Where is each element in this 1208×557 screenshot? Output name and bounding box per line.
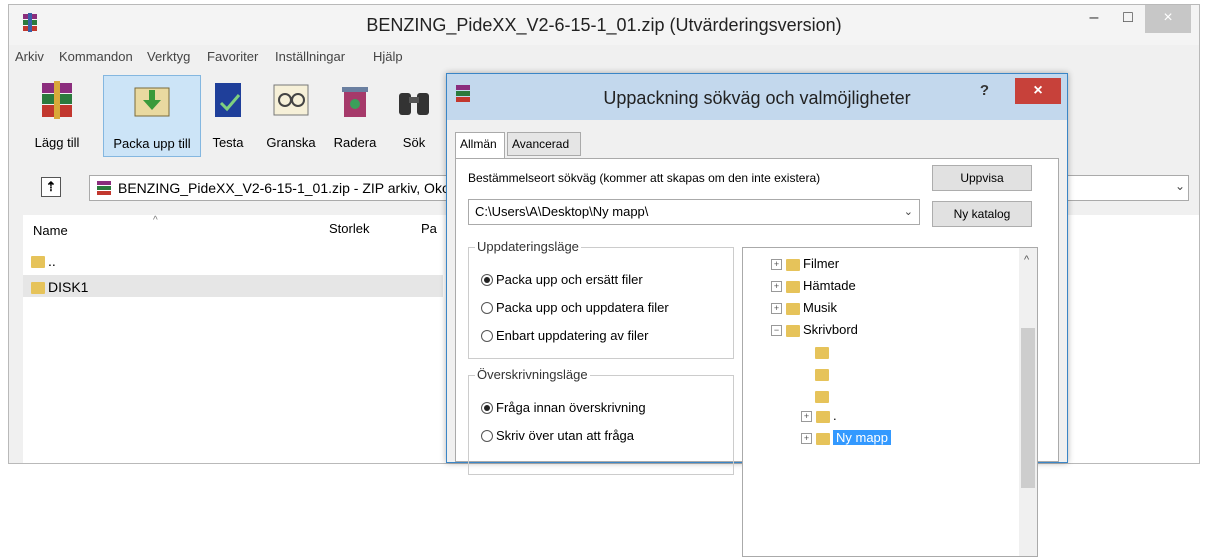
expand-icon[interactable]: + [801, 411, 812, 422]
expand-icon[interactable]: + [771, 259, 782, 270]
radio-ask-before-overwrite[interactable]: Fråga innan överskrivning [481, 400, 646, 415]
folder-icon [786, 258, 800, 271]
tree-node-hamtade[interactable]: + Hämtade [771, 278, 856, 293]
menu-hjalp[interactable]: Hjälp [373, 49, 403, 64]
dialog-close-button[interactable]: × [1015, 78, 1061, 104]
update-mode-label: Uppdateringsläge [475, 239, 581, 254]
recycle-bin-icon [342, 87, 368, 117]
view-button[interactable]: Granska [259, 75, 323, 157]
maximize-button[interactable]: □ [1111, 5, 1145, 33]
folder-icon [31, 282, 45, 295]
sort-ascending-icon: ^ [153, 215, 158, 226]
extract-folder-icon [134, 87, 170, 117]
folder-icon [31, 256, 45, 269]
folder-tree: + Filmer + Hämtade + Musik − Skrivbord +. + N… [742, 247, 1038, 557]
radio-unchecked-icon [481, 330, 493, 342]
binoculars-icon [399, 93, 429, 115]
address-dropdown-icon[interactable]: ⌄ [1175, 179, 1185, 193]
destination-label: Bestämmelseort sökväg (kommer att skapas… [468, 171, 821, 185]
folder-icon [815, 390, 829, 403]
zip-archive-icon [97, 181, 111, 195]
radio-unchecked-icon [481, 430, 493, 442]
tree-node-dot[interactable]: +. [801, 408, 837, 423]
tab-avancerad[interactable]: Avancerad [507, 132, 581, 156]
title-bar: BENZING_PideXX_V2-6-15-1_01.zip (Utvärde… [9, 5, 1199, 45]
collapse-icon[interactable]: − [771, 325, 782, 336]
extract-to-button[interactable]: Packa upp till [103, 75, 201, 157]
radio-update-only[interactable]: Enbart uppdatering av filer [481, 328, 648, 343]
menu-arkiv[interactable]: Arkiv [15, 49, 44, 64]
folder-icon [816, 410, 830, 423]
list-item[interactable]: .. [31, 253, 56, 269]
show-button[interactable]: Uppvisa [932, 165, 1032, 191]
general-tab-pane: Bestämmelseort sökväg (kommer att skapas… [455, 158, 1059, 557]
expand-icon[interactable]: + [771, 303, 782, 314]
glasses-icon [273, 84, 309, 116]
overwrite-mode-group: Överskrivningsläge Fråga innan överskriv… [468, 367, 734, 475]
folder-icon [815, 346, 829, 359]
dialog-title-bar: Uppackning sökväg och valmöjligheter ? × [447, 74, 1067, 120]
overwrite-mode-label: Överskrivningsläge [475, 367, 590, 382]
delete-button[interactable]: Radera [327, 75, 383, 157]
folder-icon [786, 302, 800, 315]
minimize-button[interactable]: – [1077, 5, 1111, 33]
dialog-title: Uppackning sökväg och valmöjligheter [603, 88, 911, 108]
tab-allman[interactable]: Allmän [455, 132, 505, 159]
tree-node-filmer[interactable]: + Filmer [771, 256, 839, 271]
tree-node-musik[interactable]: + Musik [771, 300, 837, 315]
up-arrow-icon[interactable]: ⇡ [41, 177, 61, 197]
window-title: BENZING_PideXX_V2-6-15-1_01.zip (Utvärde… [366, 15, 842, 35]
tree-node-subfolder[interactable] [815, 344, 832, 359]
column-size[interactable]: Storlek [329, 221, 369, 236]
help-button[interactable]: ? [980, 82, 989, 99]
archive-add-icon [42, 81, 72, 119]
tree-scrollbar[interactable]: ^ [1019, 248, 1037, 556]
chevron-down-icon[interactable]: ⌄ [904, 200, 913, 224]
extract-dialog: Uppackning sökväg och valmöjligheter ? ×… [446, 73, 1068, 557]
menu-bar: Arkiv Kommandon Verktyg Favoriter Instäl… [9, 45, 1199, 67]
tree-node-ny-mapp[interactable]: + Ny mapp [801, 430, 892, 445]
folder-icon [786, 280, 800, 293]
expand-icon[interactable]: + [801, 433, 812, 444]
folder-icon [786, 324, 800, 337]
new-folder-button[interactable]: Ny katalog [932, 201, 1032, 227]
menu-verktyg[interactable]: Verktyg [147, 49, 190, 64]
expand-icon[interactable]: + [771, 281, 782, 292]
column-packed[interactable]: Pa [421, 221, 437, 236]
test-book-icon [215, 83, 241, 117]
radio-checked-icon [481, 402, 493, 414]
find-button[interactable]: Sök [389, 75, 439, 157]
menu-kommandon[interactable]: Kommandon [59, 49, 133, 64]
scroll-thumb[interactable] [1021, 328, 1035, 488]
radio-extract-replace[interactable]: Packa upp och ersätt filer [481, 272, 643, 287]
radio-unchecked-icon [481, 302, 493, 314]
update-mode-group: Uppdateringsläge Packa upp och ersätt fi… [468, 239, 734, 359]
scroll-up-icon[interactable]: ^ [1024, 254, 1029, 266]
add-button[interactable]: Lägg till [13, 75, 101, 157]
menu-favoriter[interactable]: Favoriter [207, 49, 258, 64]
close-button[interactable]: × [1145, 5, 1191, 33]
folder-icon [816, 432, 830, 445]
column-name[interactable]: Name [33, 223, 68, 238]
tree-node-skrivbord[interactable]: − Skrivbord [771, 322, 858, 337]
tree-node-subfolder[interactable] [815, 388, 832, 403]
list-item[interactable]: DISK1 [31, 279, 88, 295]
tree-node-subfolder[interactable] [815, 366, 832, 381]
radio-checked-icon [481, 274, 493, 286]
address-text: BENZING_PideXX_V2-6-15-1_01.zip - ZIP ar… [118, 180, 462, 196]
menu-installningar[interactable]: Inställningar [275, 49, 345, 64]
radio-overwrite-without-asking[interactable]: Skriv över utan att fråga [481, 428, 634, 443]
destination-path-input[interactable]: C:\Users\A\Desktop\Ny mapp\ ⌄ [468, 199, 920, 225]
test-button[interactable]: Testa [203, 75, 253, 157]
folder-icon [815, 368, 829, 381]
radio-extract-update[interactable]: Packa upp och uppdatera filer [481, 300, 669, 315]
